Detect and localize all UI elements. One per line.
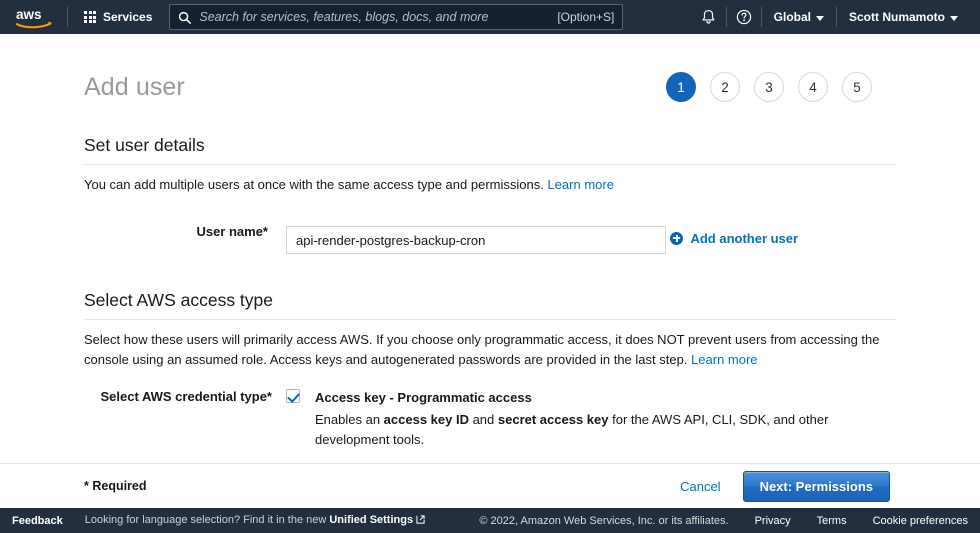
account-menu[interactable]: Scott Numamoto	[837, 0, 970, 34]
action-bar: * Required Cancel Next: Permissions	[0, 463, 980, 508]
chevron-down-icon	[816, 16, 824, 21]
add-another-user-button[interactable]: Add another user	[670, 231, 798, 246]
access-key-desc-1: Enables an	[315, 412, 384, 427]
page-root: aws Services Search for services, featur…	[0, 0, 980, 533]
learn-more-link-user-details[interactable]: Learn more	[547, 177, 613, 192]
step-1[interactable]: 1	[666, 72, 696, 102]
help-button[interactable]	[727, 0, 761, 34]
top-navigation-bar: aws Services Search for services, featur…	[0, 0, 980, 34]
step-indicator: 1 2 3 4 5	[666, 72, 872, 102]
notifications-bell-icon	[701, 9, 716, 25]
aws-logo[interactable]: aws	[14, 5, 56, 29]
page-header: Add user 1 2 3 4 5	[0, 34, 980, 135]
account-label: Scott Numamoto	[849, 10, 945, 24]
access-type-description: Select how these users will primarily ac…	[84, 330, 896, 370]
access-key-option-heading: Access key - Programmatic access	[315, 388, 896, 408]
username-input[interactable]	[286, 226, 666, 254]
step-2-label: 2	[721, 80, 729, 95]
privacy-link[interactable]: Privacy	[755, 515, 791, 527]
cookie-preferences-link[interactable]: Cookie preferences	[873, 515, 968, 527]
section-divider	[84, 319, 896, 320]
section-title-user-details: Set user details	[84, 135, 896, 156]
step-5-label: 5	[853, 80, 861, 95]
section-divider	[84, 164, 896, 165]
learn-more-link-access-type[interactable]: Learn more	[691, 352, 757, 367]
services-menu-button[interactable]: Services	[79, 6, 157, 28]
region-label: Global	[774, 10, 811, 24]
access-key-desc-bold-1: access key ID	[384, 412, 469, 427]
nav-right-group: Global Scott Numamoto	[692, 0, 980, 34]
services-label: Services	[103, 10, 152, 24]
step-5[interactable]: 5	[842, 72, 872, 102]
copyright-text: © 2022, Amazon Web Services, Inc. or its…	[479, 515, 728, 527]
next-permissions-button[interactable]: Next: Permissions	[743, 471, 890, 502]
plus-circle-icon	[670, 232, 683, 245]
footer-right: © 2022, Amazon Web Services, Inc. or its…	[479, 515, 968, 527]
username-label: User name*	[84, 217, 286, 239]
language-notice-text: Looking for language selection? Find it …	[85, 514, 330, 526]
step-4[interactable]: 4	[798, 72, 828, 102]
credential-type-label: Select AWS credential type*	[84, 388, 286, 404]
step-4-label: 4	[809, 80, 817, 95]
access-key-desc-bold-2: secret access key	[498, 412, 609, 427]
notifications-button[interactable]	[692, 0, 726, 34]
step-3[interactable]: 3	[754, 72, 784, 102]
search-icon	[178, 11, 191, 24]
step-1-label: 1	[677, 80, 685, 95]
credential-option-access-key[interactable]: Access key - Programmatic access Enables…	[286, 388, 896, 449]
access-type-description-text: Select how these users will primarily ac…	[84, 332, 879, 367]
section-title-access-type: Select AWS access type	[84, 290, 896, 311]
username-row: User name* Add another user	[84, 217, 896, 255]
language-notice: Looking for language selection? Find it …	[85, 514, 425, 527]
user-details-description-text: You can add multiple users at once with …	[84, 177, 544, 192]
help-circle-icon	[736, 9, 752, 25]
add-another-user-label: Add another user	[690, 231, 798, 246]
step-2[interactable]: 2	[710, 72, 740, 102]
feedback-link[interactable]: Feedback	[12, 515, 63, 527]
main-content: Set user details You can add multiple us…	[0, 135, 980, 511]
step-3-label: 3	[765, 80, 773, 95]
page-footer: Feedback Looking for language selection?…	[0, 508, 980, 533]
unified-settings-link[interactable]: Unified Settings	[329, 514, 413, 526]
action-buttons: Cancel Next: Permissions	[680, 471, 890, 502]
global-search-bar[interactable]: Search for services, features, blogs, do…	[169, 4, 623, 30]
footer-left: Feedback Looking for language selection?…	[12, 514, 425, 527]
cancel-button[interactable]: Cancel	[680, 479, 720, 494]
chevron-down-icon	[950, 16, 958, 21]
external-link-icon	[416, 515, 425, 527]
search-shortcut-hint: [Option+S]	[551, 10, 614, 24]
svg-text:aws: aws	[16, 7, 42, 22]
required-note: * Required	[84, 479, 147, 493]
checkbox-access-key[interactable]	[286, 389, 300, 403]
username-field-wrap: Add another user	[286, 217, 896, 255]
set-user-details-section: Set user details You can add multiple us…	[84, 135, 896, 255]
page-title: Add user	[84, 73, 185, 102]
region-selector[interactable]: Global	[762, 0, 836, 34]
credential-option-access-key-text: Access key - Programmatic access Enables…	[315, 388, 896, 449]
nav-divider	[67, 7, 68, 27]
access-key-desc-2: and	[469, 412, 498, 427]
apps-grid-icon	[84, 11, 96, 23]
terms-link[interactable]: Terms	[817, 515, 847, 527]
user-details-description: You can add multiple users at once with …	[84, 175, 896, 195]
search-input-placeholder[interactable]: Search for services, features, blogs, do…	[199, 10, 551, 24]
